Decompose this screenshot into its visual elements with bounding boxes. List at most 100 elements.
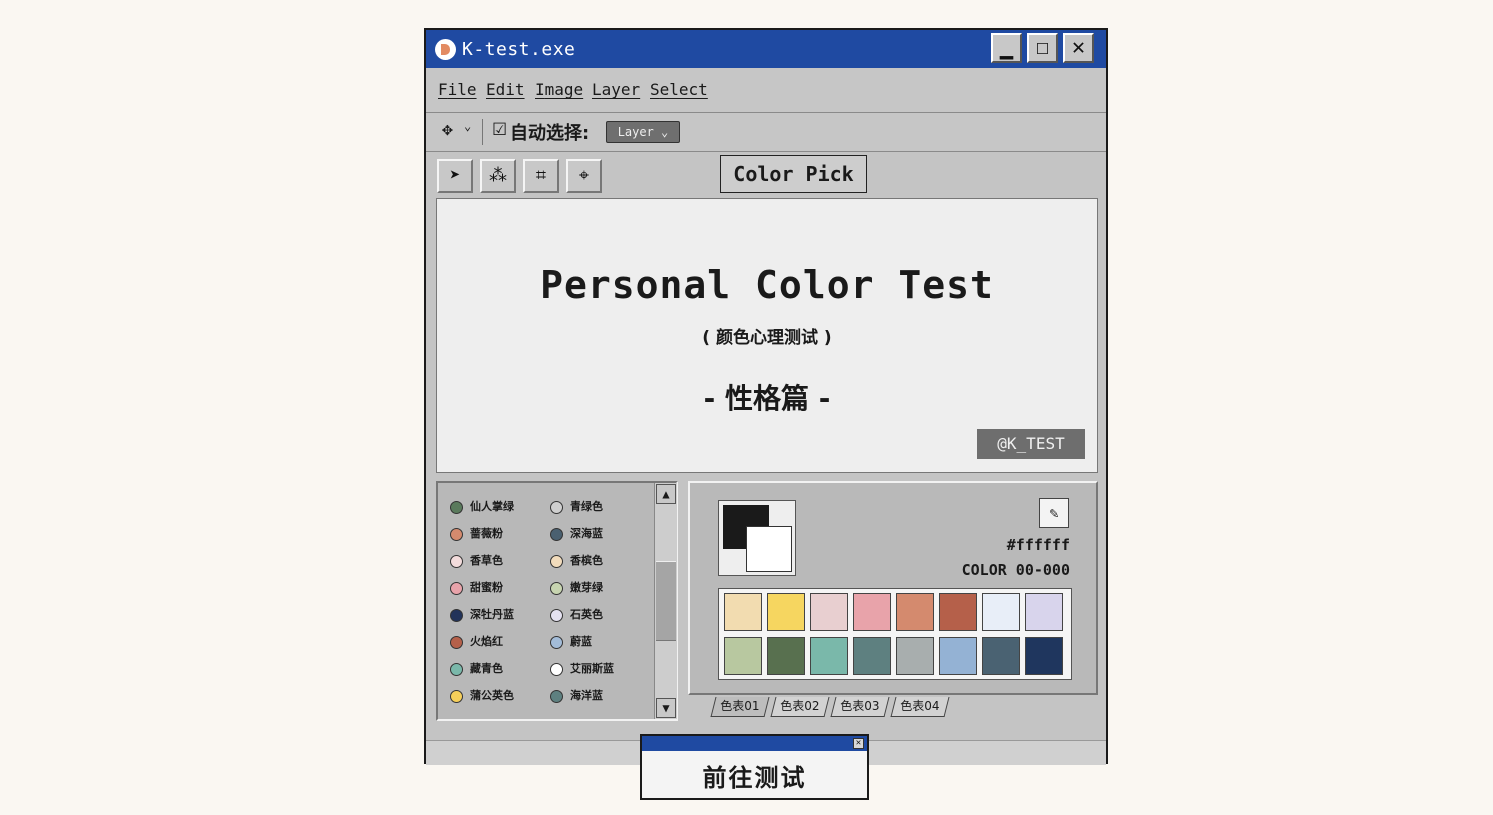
- auto-select-checkbox[interactable]: ☑: [492, 120, 507, 140]
- color-name-label: 香草色: [470, 554, 503, 567]
- menu-layer[interactable]: Layer: [592, 80, 640, 99]
- color-dot-icon: [550, 500, 563, 514]
- app-window: K-test.exe ▁ ☐ ✕ File Edit Image Layer S…: [424, 28, 1108, 765]
- background-color-swatch[interactable]: [746, 526, 792, 572]
- color-list-item[interactable]: 香草色: [450, 553, 503, 569]
- chevron-down-icon[interactable]: ⌄: [464, 119, 471, 133]
- scroll-up-button[interactable]: ▲: [656, 484, 676, 504]
- chapter-title: - 性格篇 -: [703, 382, 831, 415]
- color-list-item[interactable]: 香槟色: [550, 553, 603, 569]
- scroll-down-button[interactable]: ▼: [656, 698, 676, 718]
- color-name-label: 海洋蓝: [570, 689, 603, 702]
- palette-swatch[interactable]: [896, 593, 934, 631]
- palette-swatch[interactable]: [853, 593, 891, 631]
- palette-swatch[interactable]: [853, 637, 891, 675]
- color-pick-button[interactable]: Color Pick ☑: [720, 155, 867, 221]
- color-list-item[interactable]: 蔷薇粉: [450, 526, 503, 542]
- scroll-thumb[interactable]: [656, 561, 676, 641]
- palette-swatch[interactable]: [896, 637, 934, 675]
- color-list-item[interactable]: 海洋蓝: [550, 688, 603, 704]
- magic-wand-tool-button[interactable]: ⁂: [480, 159, 516, 193]
- start-test-popup[interactable]: ✕ 前往测试: [640, 734, 869, 800]
- window-title: K-test.exe: [462, 39, 576, 60]
- eyedropper-button[interactable]: ✎: [1039, 498, 1069, 528]
- color-list-item[interactable]: 火焰红: [450, 634, 503, 650]
- color-dot-icon: [550, 581, 563, 595]
- start-test-button[interactable]: 前往测试: [642, 758, 867, 793]
- palette-swatch[interactable]: [1025, 637, 1063, 675]
- close-button[interactable]: ✕: [1063, 33, 1094, 63]
- color-name-label: 蒲公英色: [470, 689, 514, 702]
- palette-swatch[interactable]: [982, 593, 1020, 631]
- color-name-label: 石英色: [570, 608, 603, 621]
- app-logo-icon: [435, 39, 456, 60]
- tab-color-table-03[interactable]: 色表03: [830, 697, 890, 717]
- tab-color-table-02[interactable]: 色表02: [770, 697, 830, 717]
- maximize-button[interactable]: ☐: [1027, 33, 1058, 63]
- canvas-area: Personal Color Test ( 颜色心理测试 ) - 性格篇 - @…: [436, 198, 1098, 473]
- color-dot-icon: [550, 554, 563, 568]
- hex-value: #ffffff: [1006, 536, 1070, 554]
- tab-color-table-04[interactable]: 色表04: [890, 697, 950, 717]
- color-list-panel: 仙人掌绿 青绿色蔷薇粉 深海蓝香草色 香槟色甜蜜粉 嫩芽绿深牡丹蓝 石英色火焰红 蔚蓝藏青色…: [436, 481, 678, 721]
- palette-swatch[interactable]: [1025, 593, 1063, 631]
- color-list-item[interactable]: 蔚蓝: [550, 634, 592, 650]
- color-list-item[interactable]: 石英色: [550, 607, 603, 623]
- color-list-item[interactable]: 藏青色: [450, 661, 503, 677]
- color-dot-icon: [450, 635, 463, 649]
- palette-swatch[interactable]: [767, 637, 805, 675]
- arrow-tool-button[interactable]: ➤: [437, 159, 473, 193]
- color-dot-icon: [450, 581, 463, 595]
- palette-swatch[interactable]: [939, 593, 977, 631]
- minimize-button[interactable]: ▁: [991, 33, 1022, 63]
- menu-file[interactable]: File: [438, 80, 477, 99]
- tab-color-table-01[interactable]: 色表01: [710, 697, 770, 717]
- color-dot-icon: [450, 527, 463, 541]
- color-name-label: 火焰红: [470, 635, 503, 648]
- palette-swatch[interactable]: [810, 637, 848, 675]
- title-bar[interactable]: K-test.exe ▁ ☐ ✕: [426, 30, 1106, 68]
- color-dot-icon: [450, 554, 463, 568]
- palette-swatch[interactable]: [767, 593, 805, 631]
- color-name-label: 藏青色: [470, 662, 503, 675]
- menu-image[interactable]: Image: [535, 80, 583, 99]
- color-list-item[interactable]: 嫩芽绿: [550, 580, 603, 596]
- toolbar-divider: [482, 119, 483, 145]
- color-name-label: 深牡丹蓝: [470, 608, 514, 621]
- color-name-label: 仙人掌绿: [470, 500, 514, 513]
- color-list-item[interactable]: 蒲公英色: [450, 688, 514, 704]
- color-list-item[interactable]: 艾丽斯蓝: [550, 661, 614, 677]
- fg-bg-swatch[interactable]: [718, 500, 796, 576]
- layer-dropdown[interactable]: Layer ⌄: [606, 121, 680, 143]
- color-name-label: 甜蜜粉: [470, 581, 503, 594]
- palette-swatch[interactable]: [810, 593, 848, 631]
- palette-swatch[interactable]: [939, 637, 977, 675]
- palette-swatch[interactable]: [982, 637, 1020, 675]
- magic-wand-icon: ⁂: [489, 165, 507, 186]
- popup-title-bar: ✕: [642, 736, 867, 751]
- color-picker-panel: ✎ #ffffff COLOR 00-000: [688, 481, 1098, 695]
- color-list-item[interactable]: 深海蓝: [550, 526, 603, 542]
- color-name-label: 艾丽斯蓝: [570, 662, 614, 675]
- popup-close-button[interactable]: ✕: [853, 738, 864, 749]
- color-list-item[interactable]: 深牡丹蓝: [450, 607, 514, 623]
- move-tool-icon[interactable]: ✥: [442, 119, 453, 140]
- color-dot-icon: [550, 608, 563, 622]
- crop-tool-button[interactable]: ⌗: [523, 159, 559, 193]
- scrollbar[interactable]: ▲ ▼: [654, 483, 677, 719]
- menu-edit[interactable]: Edit: [486, 80, 525, 99]
- main-title: Personal Color Test: [540, 263, 994, 307]
- color-name-label: 深海蓝: [570, 527, 603, 540]
- color-dot-icon: [450, 608, 463, 622]
- crosshair-tool-button[interactable]: ⌖: [566, 159, 602, 193]
- color-list-item[interactable]: 青绿色: [550, 499, 603, 515]
- palette-swatch[interactable]: [724, 637, 762, 675]
- menu-select[interactable]: Select: [650, 80, 708, 99]
- color-list-item[interactable]: 仙人掌绿: [450, 499, 514, 515]
- color-pick-label: Color Pick: [733, 162, 854, 186]
- palette-swatch[interactable]: [724, 593, 762, 631]
- color-list-item[interactable]: 甜蜜粉: [450, 580, 503, 596]
- color-dot-icon: [550, 662, 563, 676]
- color-name-label: 蔚蓝: [570, 635, 592, 648]
- sub-title: ( 颜色心理测试 ): [702, 328, 832, 348]
